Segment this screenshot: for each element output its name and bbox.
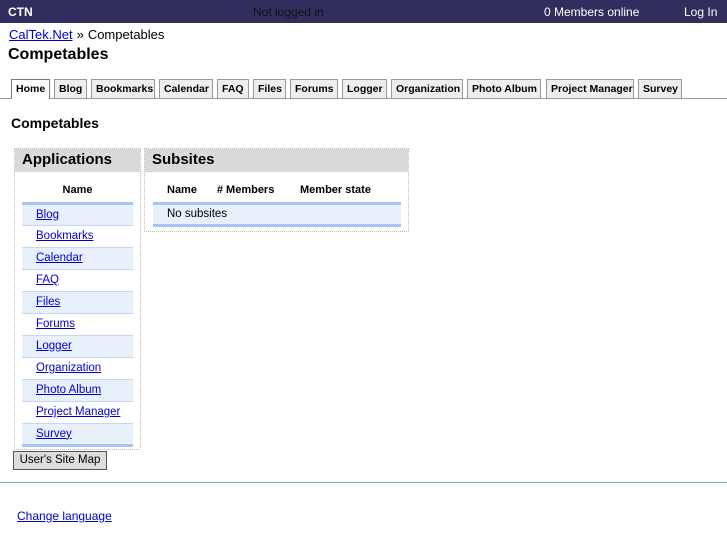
subsites-heading: Subsites xyxy=(145,149,408,172)
table-row: Organization xyxy=(22,357,133,380)
page-title: Competables xyxy=(8,46,109,63)
table-row: Survey xyxy=(22,423,133,447)
breadcrumb-separator: » xyxy=(76,27,84,42)
table-cell: Bookmarks xyxy=(22,225,133,248)
site-map-button[interactable]: User's Site Map xyxy=(13,451,107,470)
tab-bar: Home Blog Bookmarks Calendar FAQ Files Forums L… xyxy=(0,79,727,99)
table-row: FAQ xyxy=(22,269,133,292)
table-cell: Photo Album xyxy=(22,379,133,402)
tab-calendar[interactable]: Calendar xyxy=(159,79,213,98)
application-link[interactable]: Files xyxy=(36,296,60,308)
application-link[interactable]: Survey xyxy=(36,428,72,440)
application-link[interactable]: Photo Album xyxy=(36,384,101,396)
table-row: Photo Album xyxy=(22,379,133,402)
application-link[interactable]: Organization xyxy=(36,362,101,374)
tab-bookmarks[interactable]: Bookmarks xyxy=(91,79,155,98)
application-link[interactable]: Bookmarks xyxy=(36,230,94,242)
application-link[interactable]: Project Manager xyxy=(36,406,120,418)
table-row: Files xyxy=(22,291,133,314)
table-cell: Logger xyxy=(22,335,133,358)
column-header-members: # Members xyxy=(215,179,300,205)
tab-logger[interactable]: Logger xyxy=(342,79,387,98)
table-row: Logger xyxy=(22,335,133,358)
breadcrumb: CalTek.Net» Competables xyxy=(9,27,164,42)
table-cell: Forums xyxy=(22,313,133,336)
table-cell: Blog xyxy=(22,203,133,226)
subsites-panel: Subsites Name # Members Member state No … xyxy=(144,148,409,232)
table-cell: Project Manager xyxy=(22,401,133,424)
tab-home[interactable]: Home xyxy=(11,79,50,99)
table-row: Forums xyxy=(22,313,133,336)
column-header-name: Name xyxy=(22,179,133,205)
tab-faq[interactable]: FAQ xyxy=(217,79,249,98)
tab-files[interactable]: Files xyxy=(253,79,286,98)
tab-blog[interactable]: Blog xyxy=(54,79,87,98)
breadcrumb-current: Competables xyxy=(87,27,165,42)
table-cell: Organization xyxy=(22,357,133,380)
login-link[interactable]: Log In xyxy=(684,5,717,19)
column-header-name: Name xyxy=(153,179,216,205)
table-row: Project Manager xyxy=(22,401,133,424)
application-link[interactable]: Forums xyxy=(36,318,75,330)
brand: CTN xyxy=(8,5,33,19)
application-link[interactable]: FAQ xyxy=(36,274,59,286)
table-row: Blog xyxy=(22,203,133,226)
column-header-member-state: Member state xyxy=(299,179,401,205)
table-row: Bookmarks xyxy=(22,225,133,248)
tab-survey[interactable]: Survey xyxy=(638,79,682,98)
top-bar: CTN Not logged in 0 Members online Log I… xyxy=(0,0,727,23)
login-status: Not logged in xyxy=(253,5,324,19)
table-row: Calendar xyxy=(22,247,133,270)
table-cell: FAQ xyxy=(22,269,133,292)
members-online: 0 Members online xyxy=(544,5,640,19)
applications-table: Name Blog Bookmarks Calendar FAQ Files Forums… xyxy=(22,179,133,447)
tab-photo-album[interactable]: Photo Album xyxy=(467,79,541,98)
footer-divider xyxy=(0,482,727,483)
applications-heading: Applications xyxy=(15,149,140,172)
tab-forums[interactable]: Forums xyxy=(290,79,338,98)
tab-project-manager[interactable]: Project Manager xyxy=(546,79,634,98)
application-link[interactable]: Blog xyxy=(36,209,59,221)
table-cell: Files xyxy=(22,291,133,314)
application-link[interactable]: Logger xyxy=(36,340,72,352)
empty-message: No subsites xyxy=(153,203,401,227)
breadcrumb-home-link[interactable]: CalTek.Net xyxy=(9,27,73,42)
table-cell: Survey xyxy=(22,423,133,447)
applications-panel: Applications Name Blog Bookmarks Calendar F… xyxy=(14,148,141,450)
table-cell: Calendar xyxy=(22,247,133,270)
subsites-table: Name # Members Member state No subsites xyxy=(153,179,401,227)
application-link[interactable]: Calendar xyxy=(36,252,83,264)
section-title: Competables xyxy=(11,115,99,131)
change-language-link[interactable]: Change language xyxy=(17,509,112,523)
tab-organization[interactable]: Organization xyxy=(391,79,463,98)
